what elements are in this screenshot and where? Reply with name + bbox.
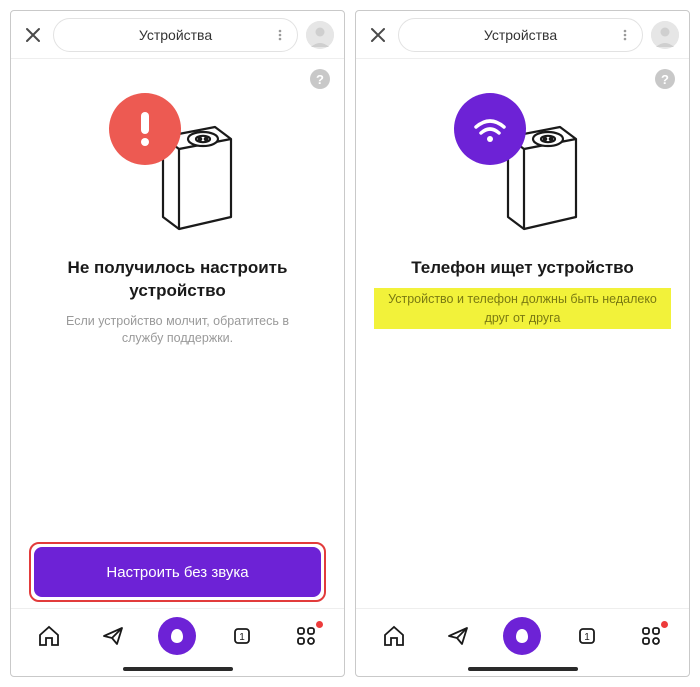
bottom-nav: 1: [11, 608, 344, 662]
content: ? Не получилось настроить устройство Есл…: [11, 59, 344, 608]
device-illustration: [103, 99, 253, 239]
alert-icon: [109, 93, 181, 165]
nav-alice[interactable]: [158, 617, 196, 655]
home-indicator: [356, 662, 689, 676]
nav-alice[interactable]: [503, 617, 541, 655]
wifi-icon: [454, 93, 526, 165]
close-icon[interactable]: [366, 23, 390, 47]
avatar[interactable]: [306, 21, 334, 49]
nav-tabs[interactable]: 1: [568, 617, 606, 655]
content: ?: [356, 59, 689, 608]
error-title: Не получилось настроить устройство: [48, 257, 308, 303]
avatar[interactable]: [651, 21, 679, 49]
error-subtitle: Если устройство молчит, обратитесь в слу…: [48, 313, 308, 348]
nav-services[interactable]: [287, 617, 325, 655]
page-title: Устройства: [484, 27, 557, 43]
topbar: Устройства: [11, 11, 344, 59]
page-title: Устройства: [139, 27, 212, 43]
more-icon[interactable]: [273, 28, 287, 42]
home-indicator: [11, 662, 344, 676]
svg-text:1: 1: [584, 632, 590, 643]
cta-container: Настроить без звука: [29, 542, 326, 608]
nav-home[interactable]: [30, 617, 68, 655]
notification-dot-icon: [316, 621, 323, 628]
nav-tabs[interactable]: 1: [223, 617, 261, 655]
nav-services[interactable]: [632, 617, 670, 655]
nav-send[interactable]: [94, 617, 132, 655]
close-icon[interactable]: [21, 23, 45, 47]
svg-text:1: 1: [239, 632, 245, 643]
help-icon[interactable]: ?: [655, 69, 675, 89]
nav-home[interactable]: [375, 617, 413, 655]
bottom-nav: 1: [356, 608, 689, 662]
help-icon[interactable]: ?: [310, 69, 330, 89]
screen-error: Устройства ?: [10, 10, 345, 677]
cta-highlight: Настроить без звука: [29, 542, 326, 602]
notification-dot-icon: [661, 621, 668, 628]
searching-subtitle-highlight: Устройство и телефон должны быть недалек…: [374, 288, 671, 330]
title-pill[interactable]: Устройства: [53, 18, 298, 52]
more-icon[interactable]: [618, 28, 632, 42]
setup-without-sound-button[interactable]: Настроить без звука: [34, 547, 321, 597]
topbar: Устройства: [356, 11, 689, 59]
screen-searching: Устройства ?: [355, 10, 690, 677]
searching-title: Телефон ищет устройство: [411, 257, 634, 280]
device-illustration: [448, 99, 598, 239]
nav-send[interactable]: [439, 617, 477, 655]
title-pill[interactable]: Устройства: [398, 18, 643, 52]
